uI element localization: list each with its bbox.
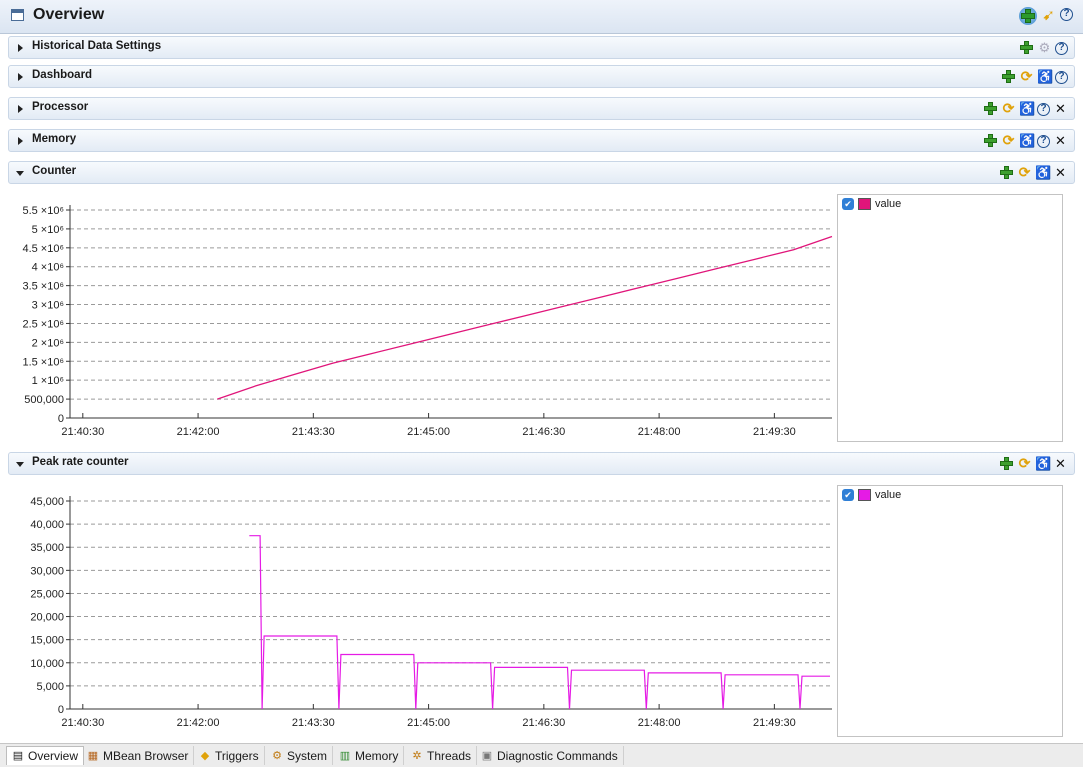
y-tick-label: 25,000	[30, 588, 64, 600]
overview-icon: ▤	[12, 750, 24, 762]
legend-label: value	[875, 198, 901, 210]
y-tick-label: 10,000	[30, 658, 64, 670]
threads-icon: ✲	[411, 750, 423, 762]
diagnostic-commands-icon: ▣	[481, 750, 493, 762]
close-icon[interactable]: ✕	[1053, 101, 1068, 116]
accessibility-icon: ♿	[1035, 456, 1050, 471]
tab-diagnostic-commands[interactable]: ▣ Diagnostic Commands	[476, 746, 624, 765]
y-tick-label: 30,000	[30, 565, 64, 577]
accessibility-icon: ♿	[1035, 165, 1050, 180]
y-tick-label: 0	[58, 704, 64, 716]
refresh-icon[interactable]: ⟳	[1001, 101, 1016, 116]
refresh-icon[interactable]: ⟳	[1017, 456, 1032, 471]
x-tick-label: 21:46:30	[522, 717, 565, 729]
refresh-icon[interactable]: ⟳	[1017, 165, 1032, 180]
close-icon[interactable]: ✕	[1053, 456, 1068, 471]
help-icon[interactable]: ?	[1055, 42, 1068, 55]
help-icon[interactable]: ?	[1037, 103, 1050, 116]
legend-label: value	[875, 489, 901, 501]
series-line	[249, 536, 830, 709]
x-tick-label: 21:49:30	[753, 717, 796, 729]
triggers-icon: ◆	[199, 750, 211, 762]
y-tick-label: 45,000	[30, 496, 64, 508]
tab-threads[interactable]: ✲ Threads	[406, 746, 477, 765]
y-tick-label: 5,000	[36, 681, 64, 693]
x-tick-label: 21:40:30	[61, 717, 104, 729]
y-tick-label: 15,000	[30, 635, 64, 647]
add-icon[interactable]	[983, 101, 998, 116]
counter-legend: ✔ value	[837, 194, 1063, 442]
y-tick-label: 35,000	[30, 542, 64, 554]
mbean-browser-icon: ▦	[87, 750, 99, 762]
refresh-icon[interactable]: ⟳	[1019, 69, 1034, 84]
add-section-icon[interactable]	[1019, 7, 1037, 25]
settings-icon: ⚙	[1037, 40, 1052, 55]
tab-triggers[interactable]: ◆ Triggers	[194, 746, 265, 765]
legend-swatch	[858, 489, 871, 501]
x-tick-label: 21:43:30	[292, 717, 335, 729]
peak-rate-legend: ✔ value	[837, 485, 1063, 737]
accessibility-icon: ♿	[1037, 69, 1052, 84]
legend-swatch	[858, 198, 871, 210]
accessibility-icon: ♿	[1019, 101, 1034, 116]
tab-overview[interactable]: ▤ Overview	[6, 746, 84, 765]
pin-icon[interactable]: ➹	[1041, 7, 1056, 22]
add-icon[interactable]	[1001, 69, 1016, 84]
tab-mbean-browser[interactable]: ▦ MBean Browser	[82, 746, 194, 765]
help-icon[interactable]: ?	[1060, 8, 1073, 21]
close-icon[interactable]: ✕	[1053, 165, 1068, 180]
help-icon[interactable]: ?	[1055, 71, 1068, 84]
help-icon[interactable]: ?	[1037, 135, 1050, 148]
x-tick-label: 21:42:00	[177, 717, 220, 729]
refresh-icon[interactable]: ⟳	[1001, 133, 1016, 148]
header-toolbar: ➹ ?	[1019, 7, 1073, 25]
tab-memory[interactable]: ▥ Memory	[334, 746, 404, 765]
tab-system[interactable]: ⚙ System	[266, 746, 333, 765]
add-icon[interactable]	[999, 456, 1014, 471]
accessibility-icon: ♿	[1019, 133, 1034, 148]
bottom-tab-bar: ▤ Overview ▦ MBean Browser ◆ Triggers ⚙ …	[0, 743, 1083, 767]
add-icon[interactable]	[983, 133, 998, 148]
memory-icon: ▥	[339, 750, 351, 762]
legend-checkbox[interactable]: ✔	[842, 489, 854, 501]
y-tick-label: 20,000	[30, 612, 64, 624]
add-icon[interactable]	[1019, 40, 1034, 55]
close-icon[interactable]: ✕	[1053, 133, 1068, 148]
y-tick-label: 40,000	[30, 519, 64, 531]
legend-checkbox[interactable]: ✔	[842, 198, 854, 210]
x-tick-label: 21:48:00	[638, 717, 681, 729]
add-icon[interactable]	[999, 165, 1014, 180]
system-icon: ⚙	[271, 750, 283, 762]
peak-rate-chart[interactable]: 0 5,000 10,000 15,000 20,000 25,000 30,000 35,0…	[0, 0, 835, 766]
x-tick-label: 21:45:00	[407, 717, 450, 729]
